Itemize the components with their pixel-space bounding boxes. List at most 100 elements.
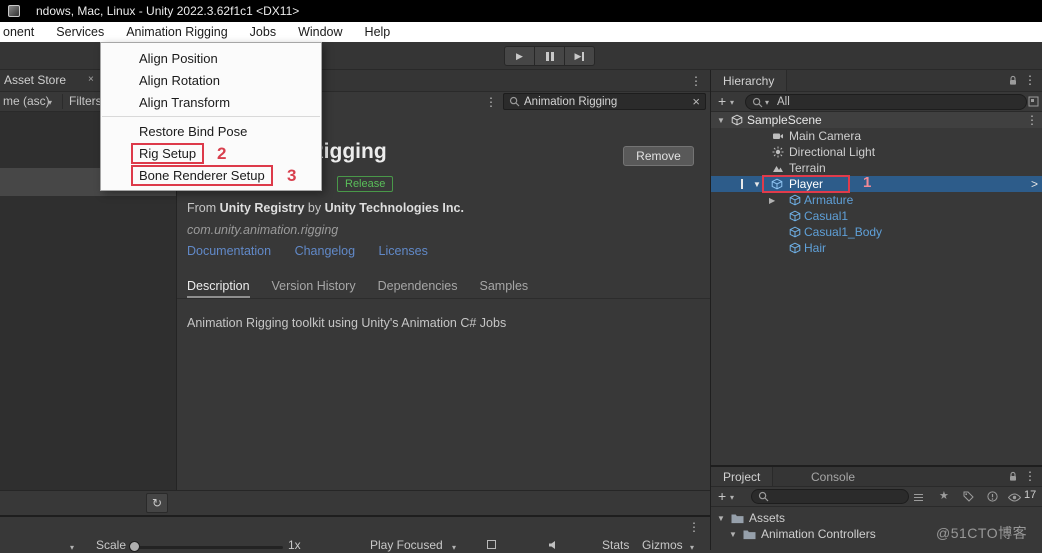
main-menu-bar: onent Services Animation Rigging Jobs Wi… <box>0 22 1042 42</box>
chevron-down-icon: ▾ <box>730 98 735 107</box>
chevron-down-icon[interactable]: ▾ <box>70 543 74 553</box>
menu-animation-rigging[interactable]: Animation Rigging <box>115 22 238 42</box>
project-search-field[interactable] <box>751 489 909 504</box>
menu-item-restore-bind-pose[interactable]: Restore Bind Pose <box>101 120 321 142</box>
package-id: com.unity.animation.rigging <box>187 223 339 237</box>
tab-samples[interactable]: Samples <box>480 275 529 298</box>
tab-version-history[interactable]: Version History <box>272 275 356 298</box>
hierarchy-tab-strip: Hierarchy ⋮ <box>711 70 1042 92</box>
drag-indicator <box>741 179 743 189</box>
hierarchy-tree: ▼ SampleScene ⋮ Main Camera Directional … <box>711 112 1042 465</box>
game-view-toolbar: ⋮ ▾ Scale 1x Play Focused ▾ Stats Gizmos… <box>0 515 710 553</box>
hierarchy-toolbar: + ▾ ▾ All <box>711 92 1042 112</box>
scale-slider-track[interactable] <box>133 546 283 549</box>
menu-item-align-position[interactable]: Align Position <box>101 47 321 69</box>
menu-item-rig-setup[interactable]: Rig Setup <box>101 142 321 164</box>
lock-icon[interactable] <box>1008 471 1018 482</box>
hierarchy-item-samplescene[interactable]: ▼ SampleScene ⋮ <box>711 112 1042 128</box>
scene-name: SampleScene <box>747 113 822 127</box>
menu-help[interactable]: Help <box>354 22 402 42</box>
hierarchy-panel: Hierarchy ⋮ + ▾ ▾ All ▼ SampleScene ⋮ Ma… <box>710 70 1042 465</box>
hierarchy-item-hair[interactable]: Hair <box>711 240 1042 256</box>
kebab-menu-icon[interactable]: ⋮ <box>1024 469 1036 483</box>
kebab-menu-icon[interactable]: ⋮ <box>688 520 700 534</box>
hierarchy-item-armature[interactable]: ▶ Armature <box>711 192 1042 208</box>
foldout-open-icon[interactable]: ▼ <box>717 514 725 524</box>
package-search-field[interactable]: × <box>503 93 706 110</box>
package-links: Documentation Changelog Licenses <box>187 244 448 258</box>
step-button[interactable]: ▶ <box>564 46 595 66</box>
object-name: Player <box>789 177 824 191</box>
foldout-open-icon[interactable]: ▼ <box>717 116 725 126</box>
play-icon: ▶ <box>516 50 523 61</box>
link-documentation[interactable]: Documentation <box>187 244 271 258</box>
prefab-open-arrow-icon[interactable]: > <box>1031 176 1038 192</box>
hierarchy-item-player[interactable]: ▼ Player 1 > <box>711 175 1042 193</box>
info-icon[interactable] <box>987 491 998 502</box>
favorites-icon[interactable]: ★ <box>939 489 949 502</box>
menu-item-align-transform[interactable]: Align Transform <box>101 91 321 113</box>
search-filter-caret-icon[interactable]: ▾ <box>765 98 769 107</box>
pause-button[interactable] <box>534 46 565 66</box>
sort-dropdown[interactable]: me (asc) <box>3 92 50 111</box>
play-button[interactable]: ▶ <box>504 46 535 66</box>
tab-console[interactable]: Console <box>799 467 867 486</box>
scene-icon <box>731 114 743 126</box>
tab-asset-store[interactable]: Asset Store <box>4 70 66 91</box>
scale-slider-knob[interactable] <box>129 541 140 552</box>
tab-hierarchy[interactable]: Hierarchy <box>711 70 788 91</box>
menu-window[interactable]: Window <box>287 22 353 42</box>
package-detail-tabs: Description Version History Dependencies… <box>177 275 710 299</box>
menu-item-align-rotation[interactable]: Align Rotation <box>101 69 321 91</box>
project-toolbar: + ▾ ★ 17 <box>711 487 1042 507</box>
menu-jobs[interactable]: Jobs <box>239 22 287 42</box>
tab-project[interactable]: Project <box>711 467 774 486</box>
filters-button[interactable]: Filters <box>69 92 102 111</box>
hierarchy-item-casual1[interactable]: Casual1 <box>711 208 1042 224</box>
hierarchy-item-casual1-body[interactable]: Casual1_Body <box>711 224 1042 240</box>
package-manager-status-bar: ↻ <box>0 490 710 515</box>
create-asset-button[interactable]: + <box>718 487 726 506</box>
animation-rigging-menu: Align Position Align Rotation Align Tran… <box>100 42 322 191</box>
create-object-button[interactable]: + <box>718 92 726 111</box>
remove-package-button[interactable]: Remove <box>623 146 694 166</box>
hierarchy-item-directional-light[interactable]: Directional Light <box>711 144 1042 160</box>
kebab-menu-icon[interactable]: ⋮ <box>690 74 702 88</box>
hierarchy-item-main-camera[interactable]: Main Camera <box>711 128 1042 144</box>
foldout-closed-icon[interactable]: ▶ <box>769 196 775 206</box>
menu-services[interactable]: Services <box>45 22 115 42</box>
by-word: by <box>307 201 322 215</box>
search-by-type-icon[interactable] <box>913 492 924 503</box>
search-icon <box>752 97 763 107</box>
package-description: Animation Rigging toolkit using Unity's … <box>187 316 507 330</box>
menu-component[interactable]: onent <box>0 22 45 42</box>
prefab-cube-icon <box>771 178 783 190</box>
refresh-button[interactable]: ↻ <box>146 493 168 513</box>
search-input[interactable] <box>524 95 693 108</box>
foldout-open-icon[interactable]: ▼ <box>729 530 737 540</box>
mute-audio-icon[interactable] <box>548 540 559 550</box>
search-options-kebab-icon[interactable]: ⋮ <box>485 95 497 109</box>
chevron-down-icon: ▾ <box>452 543 457 552</box>
kebab-menu-icon[interactable]: ⋮ <box>1024 73 1036 87</box>
eye-icon[interactable] <box>1008 493 1021 502</box>
camera-icon <box>773 133 783 139</box>
object-name: Casual1 <box>804 209 849 223</box>
fullscreen-on-play-icon[interactable] <box>487 540 496 549</box>
light-icon <box>772 146 784 158</box>
clear-search-icon[interactable]: × <box>692 94 700 109</box>
hierarchy-item-terrain[interactable]: Terrain <box>711 160 1042 176</box>
tab-dependencies[interactable]: Dependencies <box>378 275 458 298</box>
tab-description[interactable]: Description <box>187 275 250 298</box>
tab-close-icon[interactable]: × <box>88 74 94 85</box>
hierarchy-search-field[interactable]: ▾ All <box>745 94 1027 110</box>
lock-icon[interactable] <box>1008 75 1018 86</box>
label-icon[interactable] <box>963 491 974 502</box>
pause-icon <box>545 51 554 61</box>
link-licenses[interactable]: Licenses <box>379 244 428 258</box>
foldout-open-icon[interactable]: ▼ <box>753 180 761 190</box>
link-changelog[interactable]: Changelog <box>295 244 355 258</box>
kebab-menu-icon[interactable]: ⋮ <box>1026 113 1038 127</box>
project-search-input[interactable] <box>769 490 908 503</box>
search-by-type-icon[interactable] <box>1028 96 1039 107</box>
